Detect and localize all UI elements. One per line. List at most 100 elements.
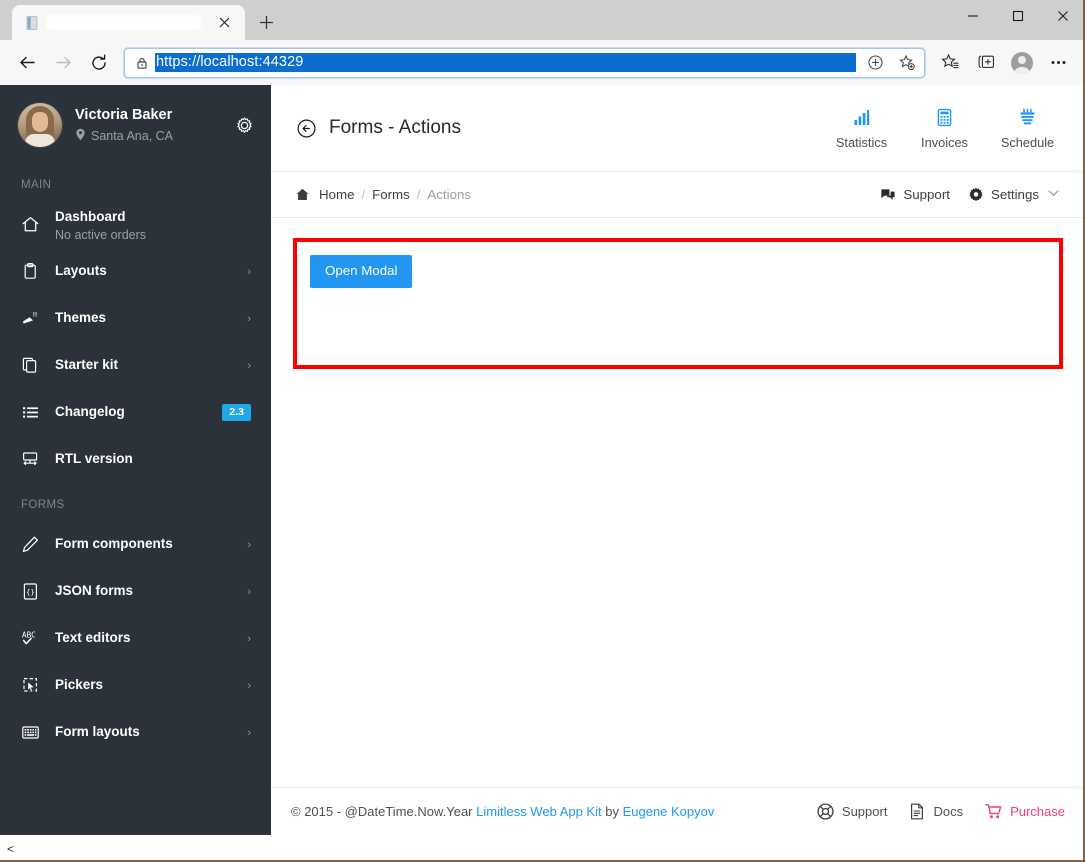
footer-link-support[interactable]: Support [817, 803, 887, 820]
sidebar-item-label: Dashboard [55, 208, 126, 224]
sidebar-item-label: Text editors [55, 630, 131, 646]
breadcrumb-item-home[interactable]: Home [319, 187, 354, 202]
url-input[interactable]: https://localhost:44329 [155, 53, 856, 72]
main-content: Forms - Actions Statistics Invoices Sche… [271, 85, 1085, 835]
map-pin-icon [75, 128, 86, 144]
status-badge: 2.3 [222, 404, 251, 421]
close-icon[interactable] [1040, 0, 1085, 32]
page-footer: © 2015 - @DateTime.Now.Year Limitless We… [271, 787, 1085, 835]
sidebar-section-forms: FORMS [21, 499, 65, 511]
settings-more-icon[interactable] [1041, 46, 1075, 80]
chevron-right-icon: › [247, 538, 251, 551]
sidebar-item-pickers[interactable]: Pickers › [0, 662, 271, 709]
calculator-icon [935, 106, 954, 128]
list-icon [21, 403, 42, 422]
overflow-glyph: < [7, 841, 15, 856]
close-icon[interactable] [213, 12, 235, 34]
cart-icon [985, 803, 1002, 820]
sidebar-item-label: Themes [55, 310, 107, 326]
gear-icon [968, 187, 984, 203]
page-header-actions: Statistics Invoices Schedule [824, 106, 1065, 150]
breadcrumb: Home / Forms / Actions [295, 187, 874, 202]
tab-title [48, 17, 199, 28]
breadcrumb-separator: / [361, 187, 366, 202]
back-arrow-icon[interactable] [10, 46, 44, 80]
support-chat-icon [880, 187, 896, 203]
chevron-right-icon: › [247, 679, 251, 692]
profile-avatar-icon[interactable] [1005, 46, 1039, 80]
document-favicon [24, 15, 40, 31]
reload-icon[interactable] [82, 46, 116, 80]
sidebar-item-starter-kit[interactable]: Starter kit › [0, 342, 271, 389]
sidebar-item-changelog[interactable]: Changelog 2.3 [0, 389, 271, 436]
settings-button[interactable]: Settings [962, 187, 1065, 203]
sidebar-user-panel[interactable]: Victoria Baker Santa Ana, CA [0, 85, 271, 163]
breadcrumb-item-forms[interactable]: Forms [372, 187, 410, 202]
page-header: Forms - Actions Statistics Invoices Sche… [271, 85, 1085, 172]
footer-author-link[interactable]: Eugene Kopyov [623, 804, 715, 819]
browser-titlebar [0, 0, 1085, 40]
sidebar-item-form-layouts[interactable]: Form layouts › [0, 709, 271, 756]
collections-icon[interactable] [969, 46, 1003, 80]
home-icon [21, 215, 42, 234]
pencil-icon [21, 535, 42, 554]
svg-text:ABC: ABC [22, 631, 36, 640]
forward-arrow-icon [46, 46, 80, 80]
maximize-icon[interactable] [995, 0, 1040, 32]
document-icon [909, 803, 925, 820]
minimize-icon[interactable] [950, 0, 995, 32]
open-modal-button[interactable]: Open Modal [310, 255, 413, 288]
user-location: Santa Ana, CA [75, 128, 236, 144]
browser-tab[interactable] [12, 5, 245, 40]
svg-text:{}: {} [26, 588, 35, 597]
sidebar-item-themes[interactable]: Themes › [0, 295, 271, 342]
rtl-icon [21, 450, 42, 469]
chevron-right-icon: › [247, 312, 251, 325]
header-action-invoices[interactable]: Invoices [907, 106, 982, 150]
new-tab-button[interactable] [251, 7, 281, 37]
footer-link-docs[interactable]: Docs [909, 803, 963, 820]
copy-icon [21, 356, 42, 375]
footer-kit-link[interactable]: Limitless Web App Kit [476, 804, 601, 819]
sidebar-item-dashboard-text: Dashboard No active orders [55, 208, 251, 242]
favorite-star-icon[interactable] [894, 50, 920, 76]
home-icon[interactable] [295, 187, 310, 202]
sidebar-item-label: JSON forms [55, 583, 134, 599]
browser-window: https://localhost:44329 Victoria Baker S… [0, 0, 1085, 862]
breadcrumb-actions: Support Settings [874, 187, 1065, 203]
footer-link-label: Docs [933, 804, 964, 819]
sidebar-item-label: Changelog [55, 404, 125, 420]
sidebar-item-text-editors[interactable]: ABC Text editors › [0, 615, 271, 662]
footer-links: Support Docs Purchase [817, 803, 1065, 820]
page-body: Victoria Baker Santa Ana, CA MAIN Dashbo… [0, 85, 1085, 835]
avatar [1011, 51, 1033, 74]
clipboard-icon [21, 262, 42, 281]
header-action-schedule[interactable]: Schedule [990, 106, 1065, 150]
sidebar-item-dashboard[interactable]: Dashboard No active orders [0, 201, 271, 248]
chevron-right-icon: › [247, 359, 251, 372]
address-bar[interactable]: https://localhost:44329 [124, 47, 925, 78]
sidebar-item-json-forms[interactable]: {} JSON forms › [0, 568, 271, 615]
breadcrumb-bar: Home / Forms / Actions Support Settings [271, 172, 1085, 218]
breadcrumb-separator: / [416, 187, 421, 202]
sidebar-item-label: Form components [55, 536, 173, 552]
bar-chart-icon [852, 106, 871, 128]
sidebar-item-label: Starter kit [55, 357, 119, 373]
chevron-right-icon: › [247, 265, 251, 278]
url-input-wrap[interactable]: https://localhost:44329 [155, 53, 856, 72]
add-to-collection-icon[interactable] [862, 50, 888, 76]
sidebar: Victoria Baker Santa Ana, CA MAIN Dashbo… [0, 85, 271, 835]
sidebar-item-form-components[interactable]: Form components › [0, 521, 271, 568]
header-action-statistics[interactable]: Statistics [824, 106, 899, 150]
favorites-icon[interactable] [933, 46, 967, 80]
support-label: Support [903, 187, 950, 202]
sidebar-item-rtl-version[interactable]: RTL version [0, 436, 271, 483]
sidebar-item-layouts[interactable]: Layouts › [0, 248, 271, 295]
footer-link-purchase[interactable]: Purchase [985, 803, 1065, 820]
sidebar-section-main: MAIN [21, 179, 52, 191]
back-circle-icon[interactable] [295, 117, 317, 139]
support-button[interactable]: Support [874, 187, 956, 203]
gear-icon[interactable] [236, 116, 253, 134]
breadcrumb-item-actions: Actions [427, 187, 472, 202]
header-action-label: Schedule [1000, 135, 1055, 150]
